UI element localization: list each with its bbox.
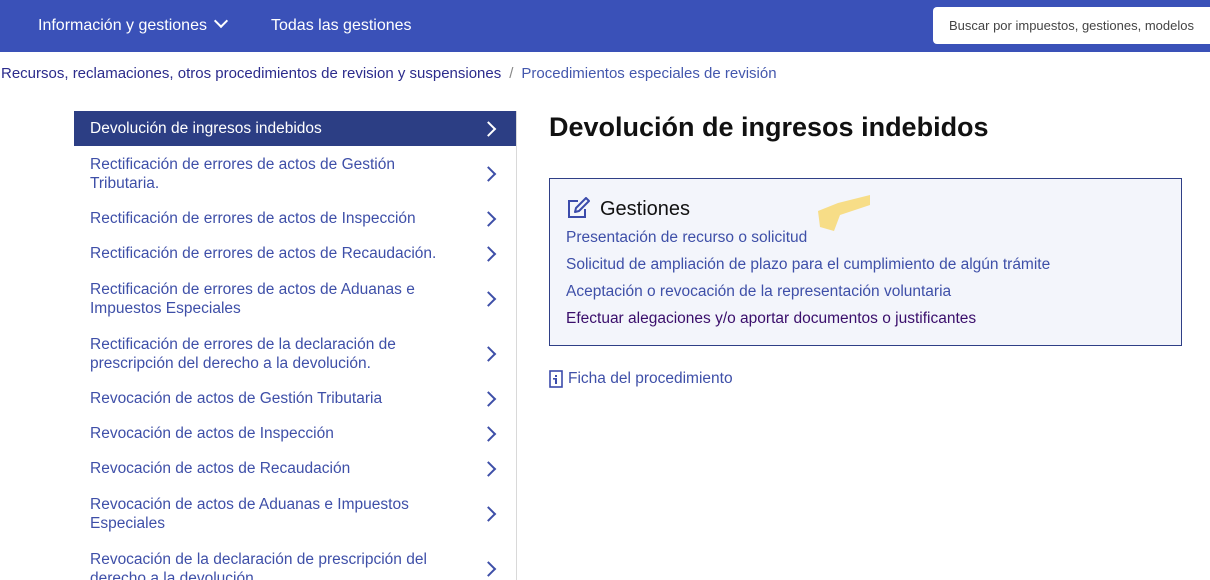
sidebar-item-label: Revocación de actos de Inspección [90,425,334,442]
sidebar-item-revocacion-inspeccion[interactable]: Revocación de actos de Inspección [74,416,516,451]
sidebar-item-rectificacion-recaudacion[interactable]: Rectificación de errores de actos de Rec… [74,236,516,271]
chevron-right-icon [480,245,497,262]
sidebar-item-label: Devolución de ingresos indebidos [90,120,322,137]
chevron-right-icon [480,120,497,137]
chevron-right-icon [480,460,497,477]
sidebar-item-label: Revocación de actos de Aduanas e Impuest… [90,495,409,532]
breadcrumb-link-recursos[interactable]: Recursos, reclamaciones, otros procedimi… [1,65,501,82]
link-representacion-voluntaria[interactable]: Aceptación o revocación de la representa… [566,283,951,301]
sidebar-item-devolucion[interactable]: Devolución de ingresos indebidos [74,111,516,146]
chevron-right-icon [480,165,497,182]
ficha-procedimiento-link[interactable]: Ficha del procedimiento [549,370,733,388]
chevron-right-icon [480,345,497,362]
sidebar-item-label: Revocación de actos de Gestión Tributari… [90,390,383,407]
chevron-right-icon [480,560,497,577]
nav-informacion-label: Información y gestiones [38,17,207,34]
link-efectuar-alegaciones[interactable]: Efectuar alegaciones y/o aportar documen… [566,310,976,328]
sidebar-item-rectificacion-inspeccion[interactable]: Rectificación de errores de actos de Ins… [74,201,516,236]
highlight-mark [818,195,870,231]
link-ampliacion-plazo[interactable]: Solicitud de ampliación de plazo para el… [566,256,1050,274]
chevron-right-icon [480,210,497,227]
gestiones-panel: Gestiones Presentación de recurso o soli… [549,178,1182,346]
sidebar-item-label: Rectificación de errores de actos de Adu… [90,280,415,317]
chevron-right-icon [480,505,497,522]
gestiones-header: Gestiones [566,196,690,222]
sidebar-item-label: Rectificación de errores de la declaraci… [90,335,396,372]
sidebar-item-label: Rectificación de errores de actos de Ins… [90,210,416,227]
chevron-right-icon [480,390,497,407]
sidebar-item-label: Revocación de la declaración de prescrip… [90,550,427,580]
document-info-icon [549,370,563,388]
chevron-right-icon [480,425,497,442]
sidebar-item-label: Rectificación de errores de actos de Ges… [90,155,395,192]
sidebar-item-rectificacion-gestion[interactable]: Rectificación de errores de actos de Ges… [74,146,516,201]
sidebar: Devolución de ingresos indebidos Rectifi… [74,111,517,580]
chevron-right-icon [480,290,497,307]
sidebar-item-rectificacion-prescripcion[interactable]: Rectificación de errores de la declaraci… [74,326,516,381]
page-title: Devolución de ingresos indebidos [549,112,989,142]
search-input[interactable] [933,7,1210,44]
nav-todas-label: Todas las gestiones [271,17,412,34]
sidebar-item-label: Revocación de actos de Recaudación [90,460,351,477]
edit-icon [568,197,590,218]
breadcrumb-separator: / [509,65,514,82]
gestiones-heading: Gestiones [600,197,691,220]
breadcrumb: Recursos, reclamaciones, otros procedimi… [1,65,777,82]
sidebar-item-revocacion-prescripcion[interactable]: Revocación de la declaración de prescrip… [74,541,516,580]
top-navigation-bar: Información y gestiones Todas las gestio… [0,0,1210,52]
sidebar-item-rectificacion-aduanas[interactable]: Rectificación de errores de actos de Adu… [74,271,516,326]
ficha-label: Ficha del procedimiento [568,370,733,387]
link-presentacion-recurso[interactable]: Presentación de recurso o solicitud [566,229,807,247]
nav-informacion-gestiones[interactable]: Información y gestiones [38,0,229,52]
chevron-down-icon [213,13,229,29]
sidebar-item-revocacion-aduanas[interactable]: Revocación de actos de Aduanas e Impuest… [74,486,516,541]
sidebar-item-label: Rectificación de errores de actos de Rec… [90,245,437,262]
sidebar-item-revocacion-gestion[interactable]: Revocación de actos de Gestión Tributari… [74,381,516,416]
sidebar-item-revocacion-recaudacion[interactable]: Revocación de actos de Recaudación [74,451,516,486]
breadcrumb-current[interactable]: Procedimientos especiales de revisión [521,65,776,82]
nav-todas-gestiones[interactable]: Todas las gestiones [271,0,412,52]
